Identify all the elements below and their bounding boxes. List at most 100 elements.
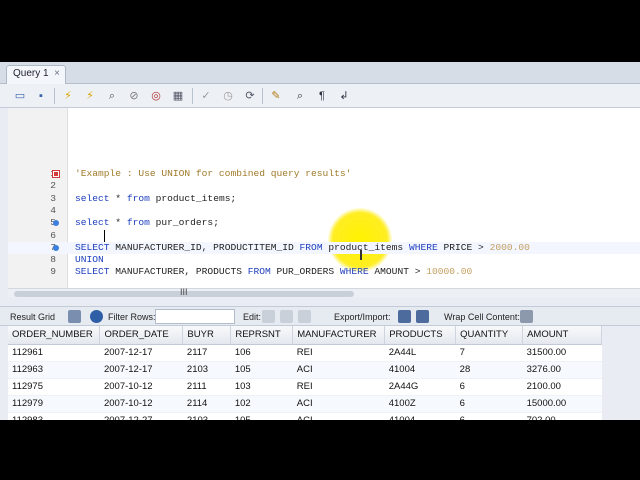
table-cell[interactable]: 105 (230, 412, 293, 420)
table-cell[interactable]: 2A44L (384, 344, 456, 362)
find-icon[interactable]: ⌕ (292, 88, 308, 104)
table-cell[interactable]: 6 (455, 412, 523, 420)
grid-row-gutter (0, 326, 8, 420)
delete-row-icon[interactable] (298, 310, 311, 323)
table-cell[interactable]: 112979 (8, 395, 100, 413)
toggle-continue-icon[interactable]: ◎ (148, 88, 164, 104)
commit-icon[interactable]: ✓ (198, 88, 214, 104)
table-cell[interactable]: 2007-12-17 (99, 344, 183, 362)
table-cell[interactable]: 3276.00 (522, 361, 602, 379)
export-icon[interactable] (398, 310, 411, 323)
table-cell[interactable]: 2100.00 (522, 378, 602, 396)
table-cell[interactable]: 7 (455, 344, 523, 362)
table-cell[interactable]: 6 (455, 378, 523, 396)
table-cell[interactable]: 2103 (182, 361, 231, 379)
autocommit-icon[interactable]: ⟳ (242, 88, 258, 104)
table-row[interactable]: 112975 2007-10-12 2111 103 REI 2A44G 6 2100.00 (8, 378, 602, 396)
column-header[interactable]: REPRSNT (230, 326, 294, 345)
table-cell[interactable]: 2007-10-12 (99, 378, 183, 396)
code-line[interactable]: 9 SELECT MANUFACTURER, PRODUCTS FROM PUR_… (8, 266, 640, 278)
column-header[interactable]: AMOUNT (522, 326, 602, 345)
table-cell[interactable]: 4100Z (384, 395, 456, 413)
filter-rows-input[interactable] (155, 309, 235, 324)
table-row[interactable]: 1129832007-12-272103105ACI410046702.00 (8, 412, 602, 420)
column-header[interactable]: MANUFACTURER (292, 326, 386, 345)
table-cell[interactable]: 2007-12-17 (99, 361, 183, 379)
table-cell[interactable]: ACI (292, 361, 385, 379)
table-cell[interactable]: REI (292, 378, 385, 396)
open-folder-icon[interactable]: ▭ (12, 88, 28, 104)
code-text: select * from pur_orders; (75, 217, 219, 229)
result-grid-label[interactable]: Result Grid (10, 312, 55, 322)
table-cell[interactable]: 112975 (8, 378, 100, 396)
table-cell[interactable]: REI (292, 344, 385, 362)
table-cell[interactable]: 2103 (182, 412, 231, 420)
stop-icon[interactable]: ⊘ (126, 88, 142, 104)
table-cell[interactable]: ACI (292, 412, 385, 420)
code-line[interactable]: 6 (8, 230, 640, 242)
edit-row-icon[interactable] (262, 310, 275, 323)
add-row-icon[interactable] (280, 310, 293, 323)
execute-current-icon[interactable]: ⚡ (82, 88, 98, 104)
table-cell[interactable]: 2007-12-27 (99, 412, 183, 420)
table-cell[interactable]: 2111 (182, 378, 231, 396)
code-line[interactable]: 5select * from pur_orders; (8, 217, 640, 229)
code-line[interactable]: 1'Example : Use UNION for combined query… (8, 168, 640, 180)
table-cell[interactable]: 41004 (384, 361, 456, 379)
scrollbar-grip: III (180, 287, 188, 297)
table-cell[interactable]: 702.00 (522, 412, 602, 420)
wrap-icon[interactable]: ↲ (336, 88, 352, 104)
sql-editor[interactable]: 1'Example : Use UNION for combined query… (8, 108, 640, 288)
column-header[interactable]: QUANTITY (455, 326, 524, 345)
code-line[interactable]: 8 UNION (8, 254, 640, 266)
table-cell[interactable]: 41004 (384, 412, 456, 420)
refresh-icon[interactable] (90, 310, 103, 323)
explain-icon[interactable]: ⌕ (104, 88, 120, 104)
code-token: select (75, 217, 110, 229)
tab-query-1[interactable]: Query 1 × (6, 65, 66, 84)
table-cell[interactable]: ACI (292, 395, 385, 413)
grid-icon[interactable] (68, 310, 81, 323)
line-number: 4 (50, 204, 56, 216)
table-cell[interactable]: 2007-10-12 (99, 395, 183, 413)
table-cell[interactable]: 112961 (8, 344, 100, 362)
code-line[interactable]: 7SELECT MANUFACTURER_ID, PRODUCTITEM_ID … (8, 241, 640, 254)
wrap-cell-icon[interactable] (520, 310, 533, 323)
table-cell[interactable]: 112963 (8, 361, 100, 379)
save-icon[interactable]: ▪ (33, 88, 49, 104)
table-cell[interactable]: 2114 (182, 395, 231, 413)
code-token: * (109, 192, 127, 204)
import-icon[interactable] (416, 310, 429, 323)
invisible-chars-icon[interactable]: ¶ (314, 88, 330, 104)
table-cell[interactable]: 6 (455, 395, 523, 413)
table-cell[interactable]: 15000.00 (522, 395, 602, 413)
column-header[interactable]: BUYR (182, 326, 232, 345)
column-header[interactable]: PRODUCTS (384, 326, 457, 345)
table-cell[interactable]: 105 (230, 361, 293, 379)
table-cell[interactable]: 28 (455, 361, 523, 379)
toggle-results-icon[interactable]: ▦ (170, 88, 186, 104)
code-line[interactable]: 2 (8, 180, 640, 192)
table-cell[interactable]: 2117 (182, 344, 231, 362)
table-cell[interactable]: 103 (230, 378, 293, 396)
grid-empty-area (602, 326, 640, 420)
table-cell[interactable]: 106 (230, 344, 293, 362)
table-row[interactable]: 112979 2007-10-12 2114 102 ACI 4100Z 6 15000.00 (8, 395, 602, 413)
code-line[interactable]: 4 (8, 205, 640, 217)
close-icon[interactable]: × (54, 68, 60, 79)
column-header[interactable]: ORDER_DATE (99, 326, 184, 345)
column-header[interactable]: ORDER_NUMBER (8, 326, 101, 345)
table-cell[interactable]: 112983 (8, 412, 100, 420)
rollback-icon[interactable]: ◷ (220, 88, 236, 104)
table-row[interactable]: 112963 2007-12-17 2103 105 ACI 41004 28 3276.00 (8, 361, 602, 379)
beautify-icon[interactable]: ✎ (268, 88, 284, 104)
tab-bar: Query 1 × (0, 62, 640, 84)
horizontal-scrollbar[interactable]: III (8, 287, 640, 298)
code-text: SELECT MANUFACTURER_ID, PRODUCTITEM_ID F… (75, 242, 530, 254)
table-row[interactable]: 112961 2007-12-17 2117 106 REI 2A44L 7 31500.00 (8, 344, 602, 362)
code-line[interactable]: 3 select * from product_items; (8, 193, 640, 205)
table-cell[interactable]: 2A44G (384, 378, 456, 396)
execute-icon[interactable]: ⚡ (60, 88, 76, 104)
table-cell[interactable]: 102 (230, 395, 293, 413)
table-cell[interactable]: 31500.00 (522, 344, 602, 362)
